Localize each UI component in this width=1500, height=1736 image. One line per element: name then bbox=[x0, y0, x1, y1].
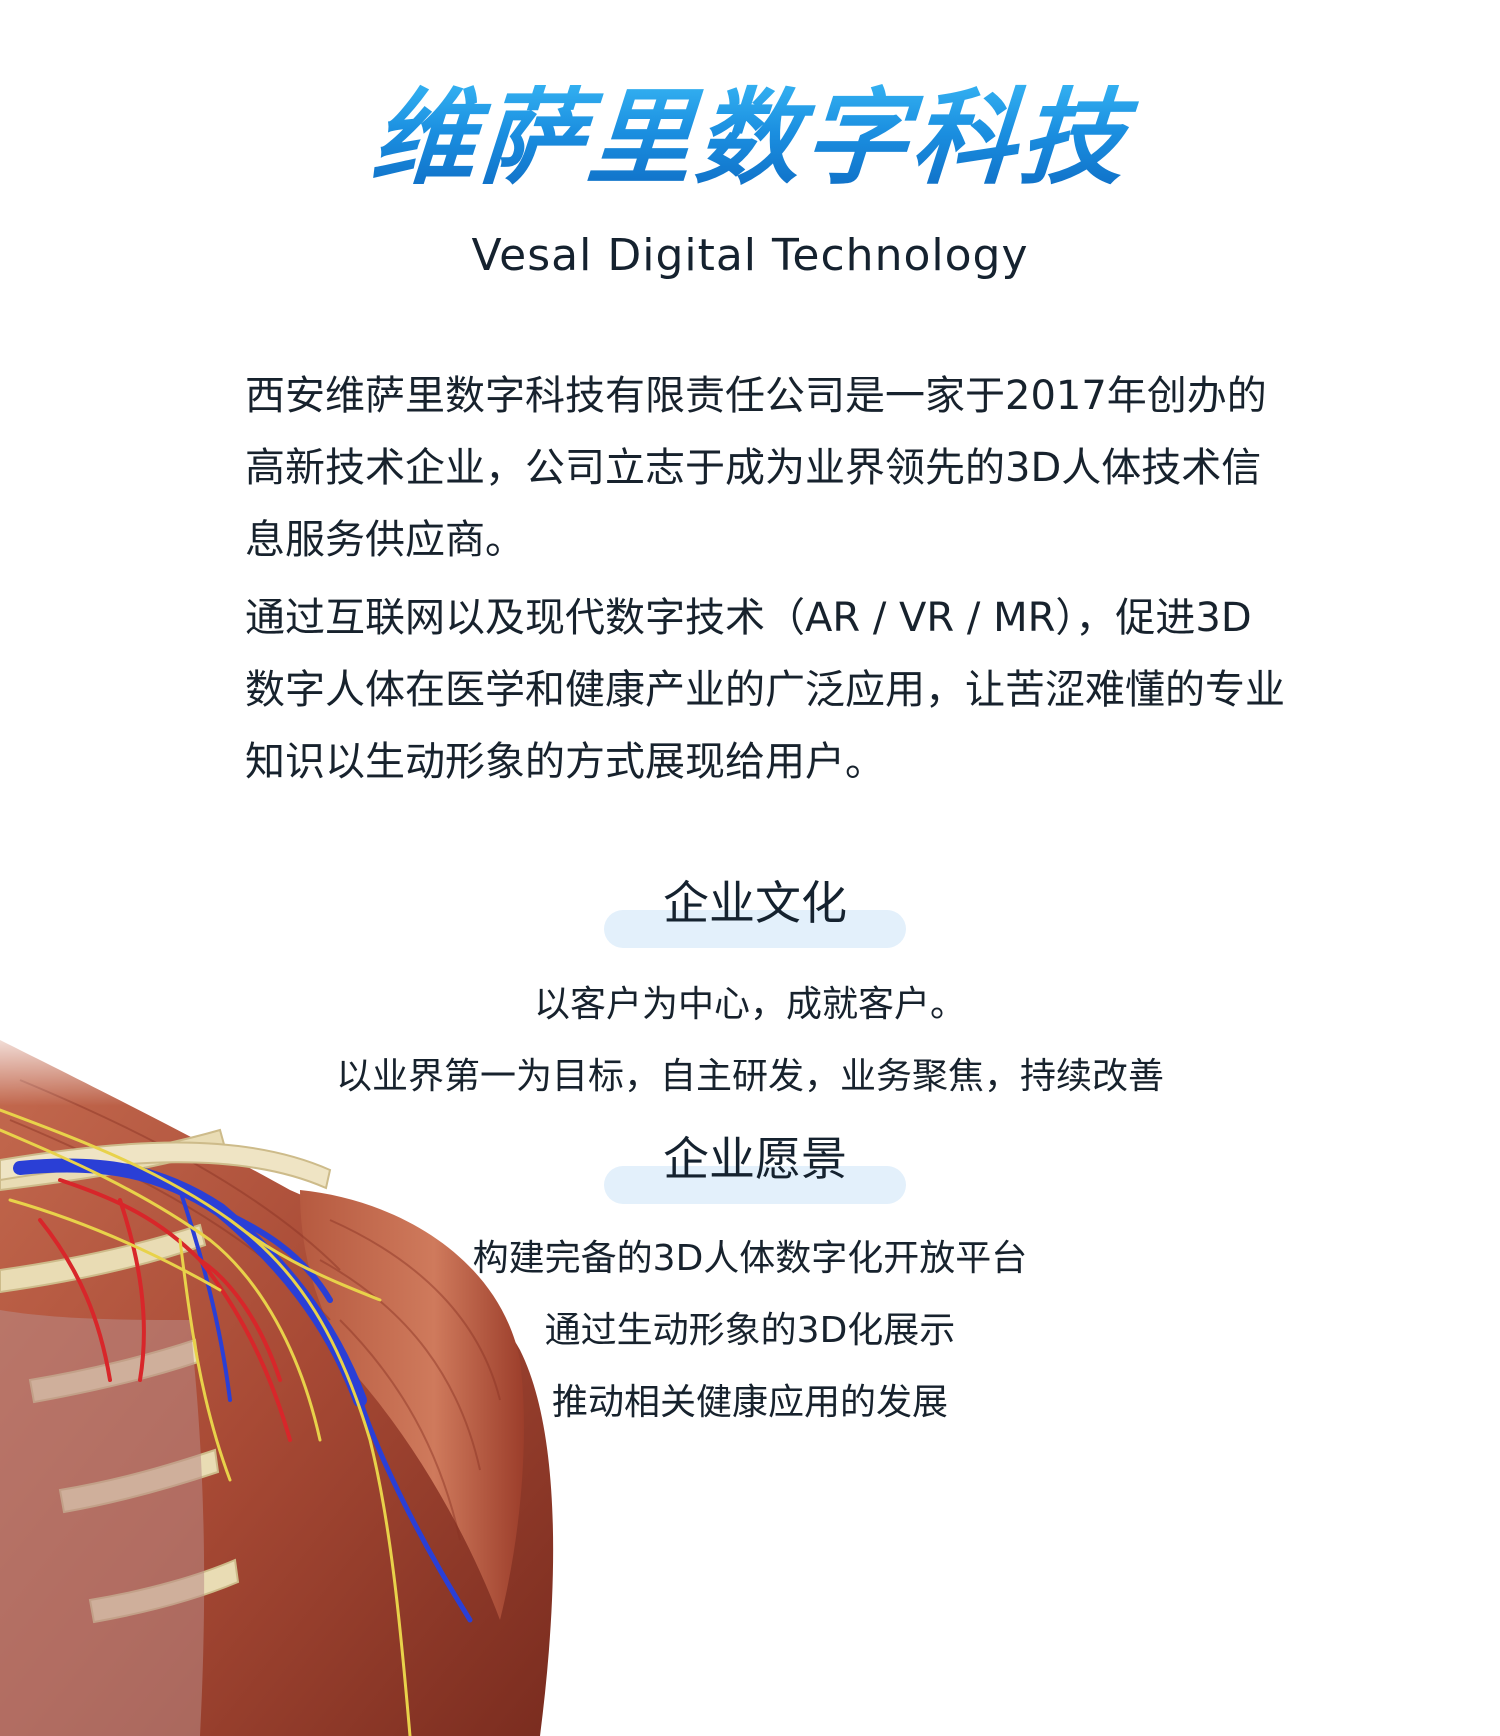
intro-paragraph-2: 通过互联网以及现代数字技术（AR / VR / MR），促进3D数字人体在医学和… bbox=[245, 595, 1285, 785]
vision-heading-label: 企业愿景 bbox=[663, 1132, 847, 1186]
intro-text: 西安维萨里数字科技有限责任公司是一家于2017年创办的高新技术企业，公司立志于成… bbox=[245, 360, 1285, 804]
culture-heading: 企业文化 bbox=[604, 868, 906, 960]
vision-line: 推动相关健康应用的发展 bbox=[551, 1382, 948, 1423]
vision-line: 构建完备的3D人体数字化开放平台 bbox=[472, 1238, 1028, 1279]
vision-heading: 企业愿景 bbox=[604, 1124, 906, 1216]
brand-subtitle: Vesal Digital Technology bbox=[471, 230, 1029, 281]
vision-line: 通过生动形象的3D化展示 bbox=[544, 1310, 956, 1351]
culture-line: 以客户为中心，成就客户。 bbox=[533, 984, 966, 1025]
intro-paragraph-1: 西安维萨里数字科技有限责任公司是一家于2017年创办的高新技术企业，公司立志于成… bbox=[245, 373, 1267, 563]
brand-title: 维萨里数字科技 bbox=[0, 77, 1500, 199]
culture-heading-label: 企业文化 bbox=[663, 876, 847, 930]
culture-line: 以业界第一为目标，自主研发，业务聚焦，持续改善 bbox=[335, 1056, 1164, 1097]
